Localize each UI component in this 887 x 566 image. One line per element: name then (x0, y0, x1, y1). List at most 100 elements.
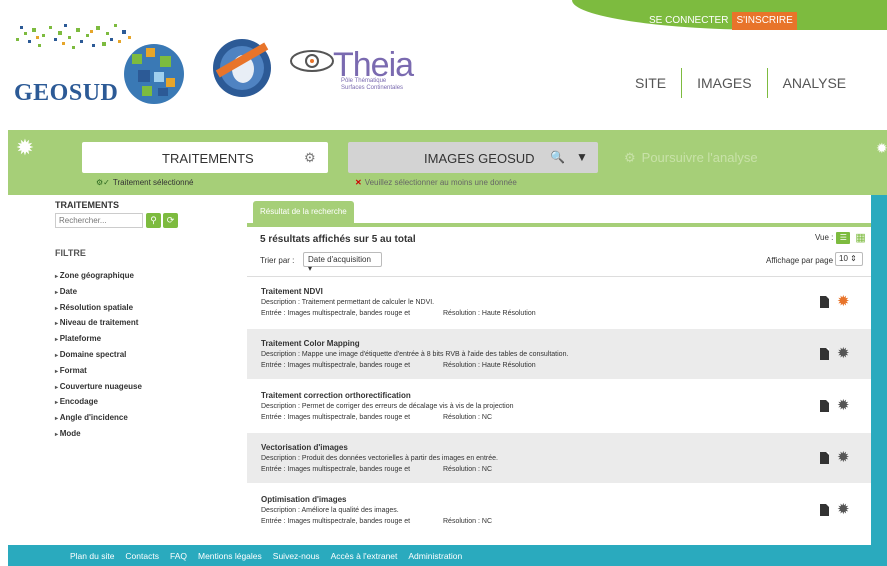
view-switcher: Vue : ☰ ▦ (815, 231, 866, 244)
result-title[interactable]: Traitement correction orthorectification (261, 391, 411, 400)
result-resolution: Résolution : NC (443, 466, 493, 473)
filter-platform[interactable]: Plateforme (55, 331, 142, 347)
footer-link-admin[interactable]: Administration (408, 551, 462, 561)
gear-icon[interactable]: ✹ (837, 500, 850, 518)
nav-analyse[interactable]: ANALYSE (768, 75, 862, 91)
sort-label: Trier par : (260, 256, 295, 265)
auth-links: SE CONNECTER S'INSCRIRE (645, 12, 797, 30)
result-input: Entrée : Images multispectrale, bandes r… (261, 414, 411, 421)
gear-check-icon: ⚙✓ (96, 178, 110, 187)
document-icon[interactable] (820, 296, 829, 308)
footer-link-sitemap[interactable]: Plan du site (70, 551, 114, 561)
per-page-select[interactable]: 10 ⇕ (835, 252, 863, 266)
view-label: Vue : (815, 233, 834, 242)
filter-encoding[interactable]: Encodage (55, 394, 142, 410)
result-title[interactable]: Vectorisation d'images (261, 443, 348, 452)
document-icon[interactable] (820, 452, 829, 464)
site-footer: Plan du site Contacts FAQ Mentions légal… (8, 545, 887, 566)
gear-icon[interactable]: ✹ (837, 396, 850, 414)
gear-icon[interactable]: ✹ (837, 292, 850, 310)
document-icon[interactable] (820, 348, 829, 360)
filter-spectral-domain[interactable]: Domaine spectral (55, 347, 142, 363)
result-input: Entrée : Images multispectrale, bandes r… (261, 518, 411, 525)
footer-link-contacts[interactable]: Contacts (125, 551, 159, 561)
gear-icon[interactable]: ✹ (837, 344, 850, 362)
chevron-down-icon[interactable]: ▼ (576, 150, 588, 164)
filter-sidebar: TRAITEMENTS ⚲ ⟳ FILTRE Zone géographique… (50, 195, 240, 545)
signup-link[interactable]: S'INSCRIRE (732, 12, 797, 30)
result-row[interactable]: Traitement NDVI Description : Traitement… (247, 277, 871, 327)
list-view-icon[interactable]: ☰ (836, 231, 851, 244)
theia-subtitle: Pôle Thématique Surfaces Continentales (341, 78, 404, 91)
result-resolution: Résolution : NC (443, 414, 493, 421)
result-resolution: Résolution : Haute Résolution (443, 310, 536, 317)
gear-icon[interactable]: ✹ (876, 140, 887, 157)
result-row[interactable]: Traitement correction orthorectification… (247, 381, 871, 431)
result-title[interactable]: Traitement NDVI (261, 287, 323, 296)
footer-link-follow[interactable]: Suivez-nous (273, 551, 320, 561)
result-count: 5 résultats affichés sur 5 au total (260, 234, 416, 245)
footer-link-extranet[interactable]: Accès à l'extranet (331, 551, 398, 561)
treatment-selected-status: ⚙✓ Traitement sélectionné (96, 178, 194, 187)
gear-icon[interactable]: ✹ (837, 448, 850, 466)
result-title[interactable]: Optimisation d'images (261, 495, 346, 504)
images-tab-label: IMAGES GEOSUD (424, 151, 535, 166)
result-resolution: Résolution : NC (443, 518, 493, 525)
footer-link-legal[interactable]: Mentions légales (198, 551, 262, 561)
investissements-avenir-logo[interactable] (212, 36, 272, 100)
main-nav: SITE IMAGES ANALYSE (620, 68, 861, 98)
nav-site[interactable]: SITE (620, 75, 681, 91)
result-description: Description : Permet de corriger des err… (261, 403, 514, 410)
result-description: Description : Traitement permettant de c… (261, 299, 435, 306)
filter-resolution[interactable]: Résolution spatiale (55, 300, 142, 316)
result-description: Description : Produit des données vector… (261, 455, 498, 462)
filter-list: Zone géographique Date Résolution spatia… (55, 268, 142, 442)
result-description: Description : Mappe une image d'étiquett… (261, 351, 569, 358)
refresh-button[interactable]: ⟳ (163, 213, 178, 228)
document-icon[interactable] (820, 400, 829, 412)
geosud-wordmark: GEOSUD (14, 80, 119, 106)
result-row[interactable]: Optimisation d'images Description : Amél… (247, 485, 871, 535)
per-page-label: Affichage par page (766, 256, 834, 265)
footer-link-faq[interactable]: FAQ (170, 551, 187, 561)
treatments-tab[interactable]: TRAITEMENTS ⚙ (82, 142, 328, 173)
filter-date[interactable]: Date (55, 284, 142, 300)
filter-mode[interactable]: Mode (55, 426, 142, 442)
sort-select[interactable]: Date d'acquisition ▾ (303, 252, 382, 273)
result-input: Entrée : Images multispectrale, bandes r… (261, 466, 411, 473)
pursue-analysis-label: Poursuivre l'analyse (641, 150, 758, 165)
right-panel-strip (871, 195, 887, 545)
search-results-tab[interactable]: Résultat de la recherche (253, 201, 354, 223)
tab-underline (247, 223, 871, 227)
search-input[interactable] (55, 213, 143, 228)
filter-zone[interactable]: Zone géographique (55, 268, 142, 284)
result-row[interactable]: Vectorisation d'images Description : Pro… (247, 433, 871, 483)
images-tab[interactable]: IMAGES GEOSUD 🔍 ▼ (348, 142, 598, 173)
filter-format[interactable]: Format (55, 363, 142, 379)
gears-icon: ⚙ (624, 150, 636, 165)
sidebar-title: TRAITEMENTS (55, 200, 119, 210)
login-link[interactable]: SE CONNECTER (645, 12, 732, 30)
image-selection-status: ✕ Veuillez sélectionner au moins une donn… (355, 178, 517, 187)
result-title[interactable]: Traitement Color Mapping (261, 339, 360, 348)
image-search-icon: 🔍 (550, 150, 565, 164)
result-description: Description : Améliore la qualité des im… (261, 507, 399, 514)
gear-search-icon: ⚙ (304, 150, 316, 165)
filter-processing-level[interactable]: Niveau de traitement (55, 315, 142, 331)
image-error-icon: ✕ (355, 178, 362, 187)
nav-images[interactable]: IMAGES (682, 75, 766, 91)
filter-incidence-angle[interactable]: Angle d'incidence (55, 410, 142, 426)
result-input: Entrée : Images multispectrale, bandes r… (261, 310, 411, 317)
result-row[interactable]: Traitement Color Mapping Description : M… (247, 329, 871, 379)
result-resolution: Résolution : Haute Résolution (443, 362, 536, 369)
theia-eye-logo[interactable] (289, 48, 335, 74)
search-button[interactable]: ⚲ (146, 213, 161, 228)
filter-heading: FILTRE (55, 248, 86, 258)
result-input: Entrée : Images multispectrale, bandes r… (261, 362, 411, 369)
document-icon[interactable] (820, 504, 829, 516)
gear-icon[interactable]: ✹ (8, 130, 42, 165)
pursue-analysis-button[interactable]: ⚙ Poursuivre l'analyse (624, 150, 758, 166)
filter-cloud-cover[interactable]: Couverture nuageuse (55, 379, 142, 395)
treatments-tab-label: TRAITEMENTS (162, 151, 254, 166)
grid-view-icon[interactable]: ▦ (855, 231, 865, 244)
